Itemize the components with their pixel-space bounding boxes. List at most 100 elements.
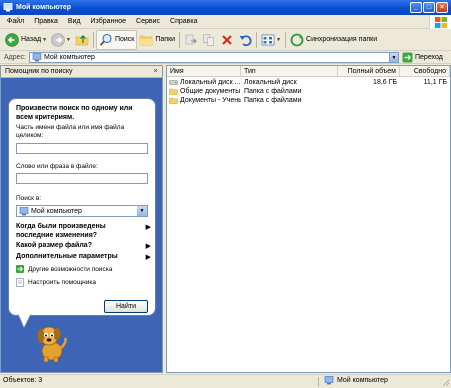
sync-icon: [290, 33, 304, 46]
other-search-options-link[interactable]: Другие возможности поиска: [16, 265, 112, 273]
window-title: Мой компьютер: [16, 4, 72, 11]
find-button[interactable]: Найти: [104, 300, 148, 313]
copy-to-button[interactable]: [200, 30, 218, 50]
address-label: Адрес:: [4, 53, 26, 61]
file-row[interactable]: Локальный диск ... Локальный диск 18,6 Г…: [167, 78, 450, 87]
back-label: Назад: [21, 36, 42, 43]
search-label: Поиск: [114, 36, 135, 43]
my-computer-icon: [3, 3, 13, 12]
views-button[interactable]: ▼: [259, 30, 283, 50]
file-name-cell: Документы - Учень: [169, 96, 241, 105]
views-icon: [261, 34, 275, 45]
move-to-button[interactable]: [182, 30, 200, 50]
up-folder-button[interactable]: [73, 30, 91, 50]
phrase-input[interactable]: [16, 173, 148, 184]
column-name[interactable]: Имя: [167, 66, 241, 77]
setup-assistant-label: Настроить помощника: [28, 279, 96, 286]
file-name: Общие документы: [180, 88, 241, 95]
address-value: Мой компьютер: [44, 54, 95, 61]
chevron-down-icon[interactable]: ▼: [137, 206, 147, 216]
search-heading: Произвести поиск по одному или всем крит…: [16, 105, 133, 121]
menu-help[interactable]: Справка: [165, 15, 202, 29]
forward-button[interactable]: ▼: [49, 30, 73, 50]
minimize-button[interactable]: _: [410, 2, 422, 13]
status-divider: [318, 377, 319, 387]
toolbar-separator: [256, 31, 258, 48]
file-type: Папка с файлами: [244, 88, 302, 95]
address-bar: Адрес: Мой компьютер ▼ Переход: [0, 51, 451, 64]
resize-grip-icon[interactable]: [441, 378, 450, 387]
undo-button[interactable]: [236, 30, 254, 50]
my-computer-icon: [32, 53, 42, 62]
menu-file[interactable]: Файл: [0, 15, 29, 29]
lookin-select[interactable]: Мой компьютер ▼: [16, 205, 148, 217]
windows-logo-icon: [429, 15, 451, 29]
my-computer-icon: [324, 376, 334, 385]
title-bar: Мой компьютер _ □ ×: [0, 0, 451, 15]
address-dropdown-button[interactable]: ▼: [389, 53, 398, 62]
search-button[interactable]: Поиск: [95, 29, 138, 50]
pane-close-icon[interactable]: ×: [151, 67, 160, 76]
option-advanced[interactable]: Дополнительные параметры ▶: [16, 252, 151, 261]
option-modified[interactable]: Когда были произведены последние изменен…: [16, 222, 151, 240]
go-button[interactable]: Переход: [402, 52, 443, 63]
delete-button[interactable]: [218, 30, 236, 50]
column-total[interactable]: Полный объем: [338, 66, 400, 77]
column-type[interactable]: Тип: [241, 66, 338, 77]
menu-favorites[interactable]: Избранное: [86, 15, 131, 29]
go-label: Переход: [415, 54, 443, 61]
delete-icon: [222, 34, 232, 45]
menu-view[interactable]: Вид: [63, 15, 86, 29]
option-size-label: Какой размер файла?: [16, 242, 92, 249]
search-companion-pane: Помощник по поиску × Произвести поиск по…: [0, 65, 163, 373]
toolbar: Назад ▼ ▼ Поиск Папки ▼ Синхронизация па…: [0, 29, 451, 51]
menu-edit[interactable]: Правка: [29, 15, 63, 29]
folder-icon: [169, 88, 178, 95]
folders-icon: [140, 35, 153, 45]
copy-to-icon: [203, 33, 214, 46]
chevron-right-icon: ▶: [145, 254, 151, 261]
close-button[interactable]: ×: [436, 2, 448, 13]
menu-bar: Файл Правка Вид Избранное Сервис Справка: [0, 15, 451, 29]
up-folder-icon: [75, 34, 89, 45]
file-name-cell: Локальный диск ...: [169, 78, 241, 87]
chevron-down-icon[interactable]: ▼: [42, 37, 47, 43]
filename-input[interactable]: [16, 143, 148, 154]
file-list-pane: Имя Тип Полный объем Свободно Локальный …: [166, 65, 451, 373]
status-object-count: Объектов: 3: [3, 377, 43, 384]
status-bar: Объектов: 3 Мой компьютер: [0, 374, 451, 388]
settings-page-icon: [16, 278, 24, 287]
file-type: Папка с файлами: [244, 97, 302, 104]
toolbar-separator: [92, 31, 94, 48]
folders-label: Папки: [155, 36, 176, 43]
back-button[interactable]: Назад ▼: [3, 30, 49, 50]
column-header-row: Имя Тип Полный объем Свободно: [167, 66, 450, 77]
file-row[interactable]: Документы - Учень Папка с файлами: [167, 96, 450, 105]
setup-assistant-link[interactable]: Настроить помощника: [16, 278, 96, 287]
file-row[interactable]: Общие документы Папка с файлами: [167, 87, 450, 96]
lookin-value: Мой компьютер: [31, 207, 82, 215]
file-type: Локальный диск: [244, 79, 297, 86]
search-pane-header: Помощник по поиску ×: [1, 66, 162, 78]
address-input[interactable]: Мой компьютер ▼: [29, 52, 399, 63]
chevron-down-icon[interactable]: ▼: [66, 37, 71, 43]
file-name: Документы - Учень: [180, 97, 241, 104]
go-arrow-icon: [402, 52, 413, 63]
my-computer-icon: [19, 206, 29, 215]
chevron-right-icon: ▶: [145, 243, 151, 250]
search-dog-icon: [37, 326, 67, 363]
local-disk-icon: [169, 80, 178, 85]
menu-tools[interactable]: Сервис: [131, 15, 165, 29]
chevron-down-icon[interactable]: ▼: [276, 37, 281, 43]
back-arrow-icon: [5, 32, 19, 47]
option-size[interactable]: Какой размер файла? ▶: [16, 241, 151, 250]
folders-button[interactable]: Папки: [137, 30, 177, 50]
lookin-label: Поиск в:: [16, 195, 42, 202]
sync-button[interactable]: Синхронизация папки: [288, 30, 379, 50]
column-free[interactable]: Свободно: [400, 66, 450, 77]
green-arrow-icon: [16, 265, 24, 273]
maximize-button[interactable]: □: [423, 2, 435, 13]
file-name-cell: Общие документы: [169, 87, 241, 96]
folder-icon: [169, 97, 178, 104]
search-pane-title: Помощник по поиску: [5, 68, 73, 75]
